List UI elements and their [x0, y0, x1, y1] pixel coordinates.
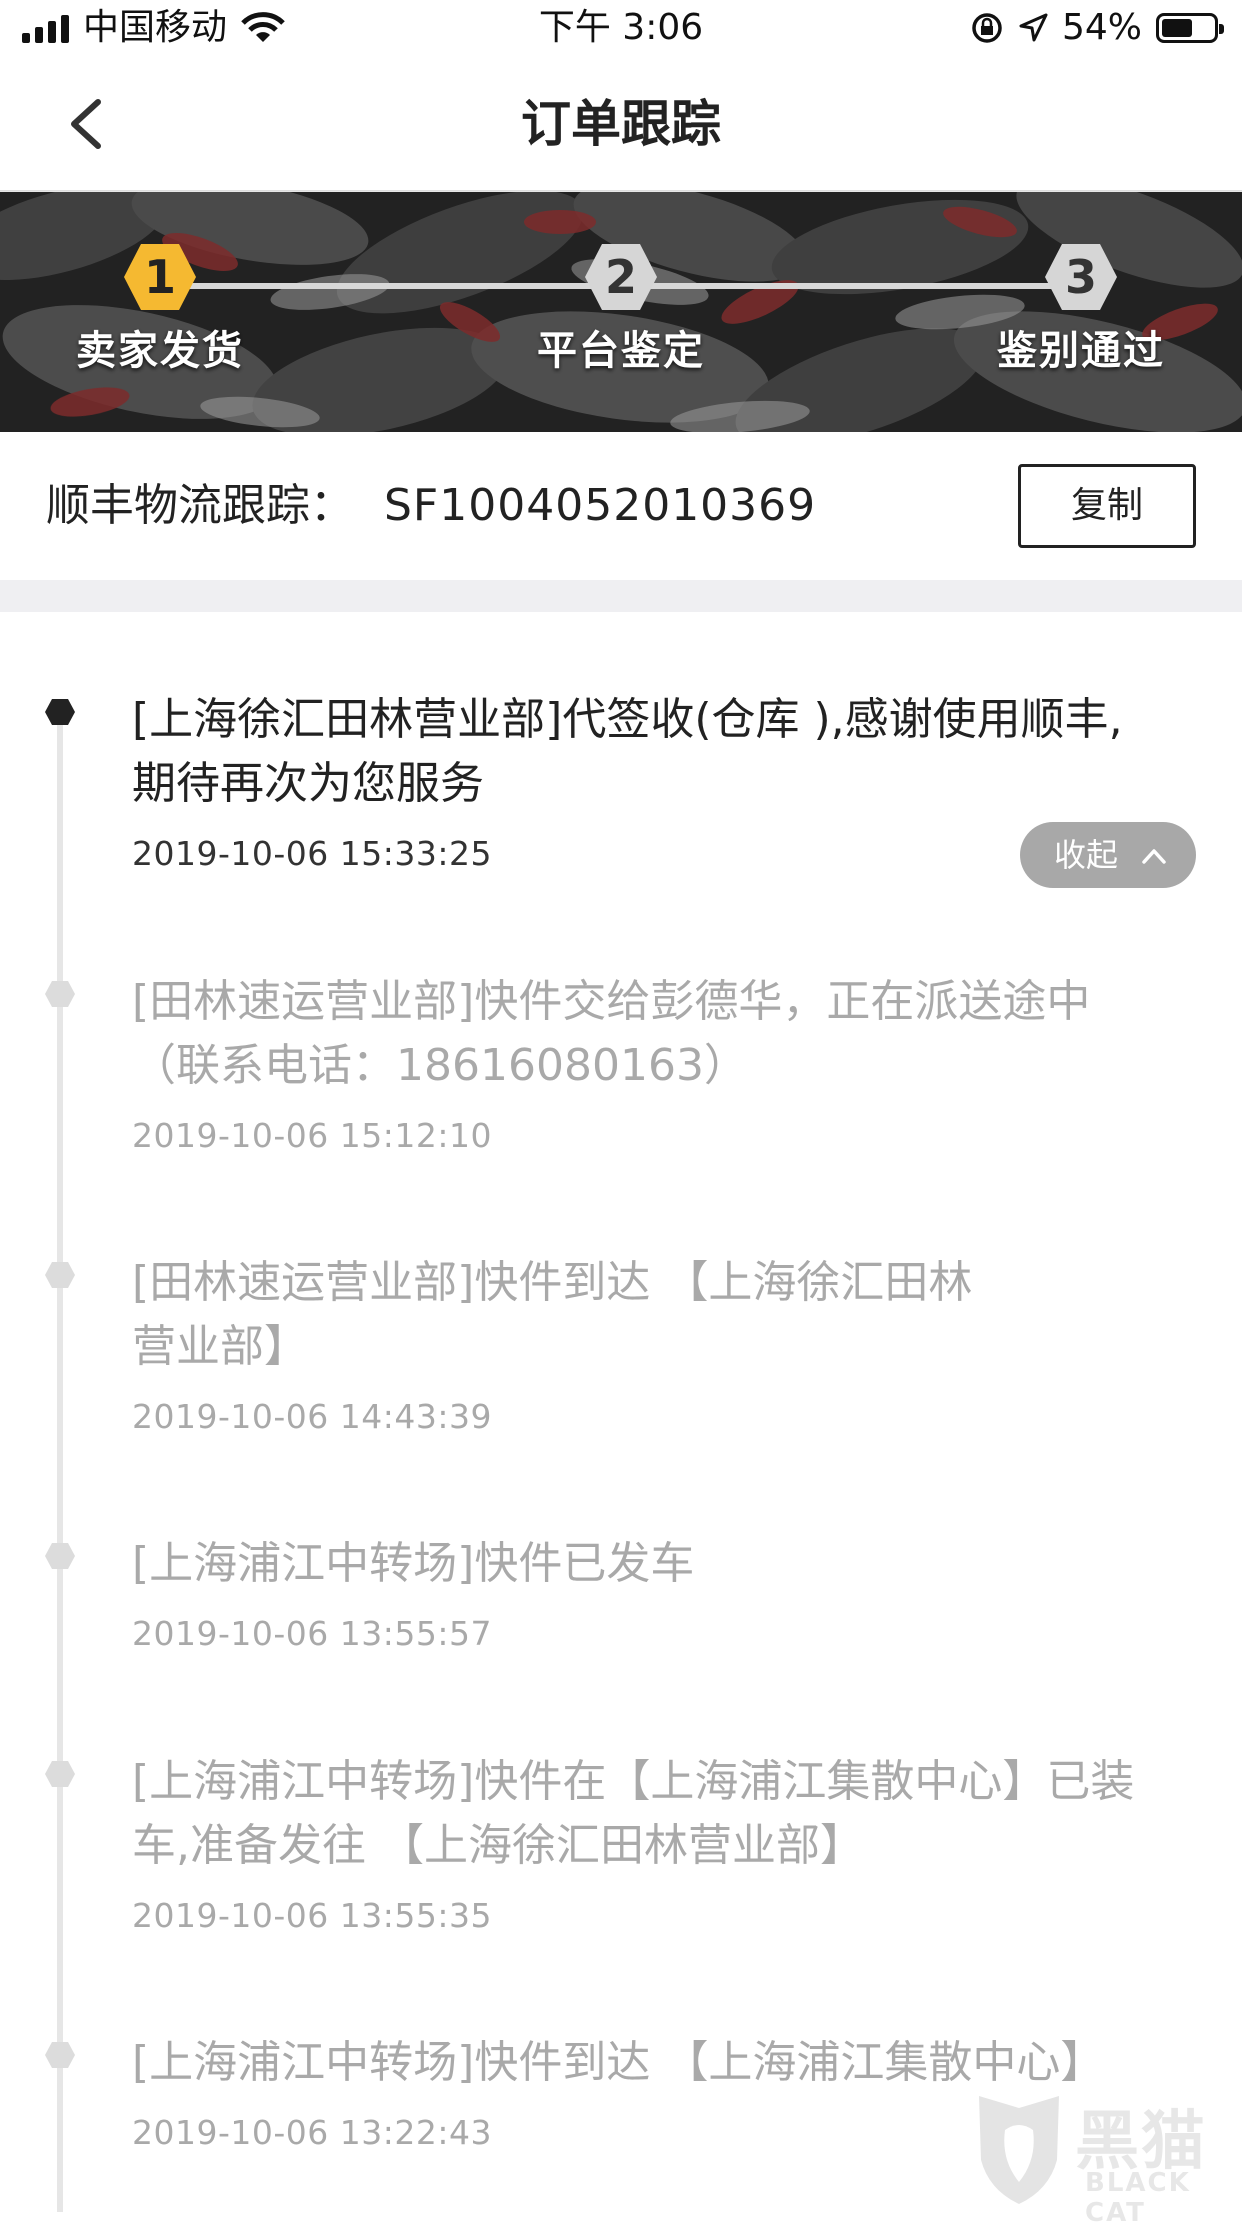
collapse-button[interactable]: 收起	[1020, 822, 1196, 888]
timeline-line	[57, 712, 63, 2212]
tracking-number: SF1004052010369	[384, 480, 817, 531]
event-line-1: [上海浦江中转场]快件在【上海浦江集散中心】已装	[132, 1756, 1135, 1807]
event-line-1: [田林速运营业部]快件到达 【上海徐汇田林	[132, 1257, 973, 1308]
event-time: 2019-10-06 13:22:43	[132, 2113, 492, 2152]
event-line-2: （联系电话：18616080163）	[132, 1040, 748, 1091]
black-cat-watermark: 黑猫 BLACK CAT	[965, 2090, 1235, 2228]
event-description: [上海浦江中转场]快件在【上海浦江集散中心】已装 车,准备发往 【上海徐汇田林营…	[132, 1750, 1202, 1878]
event-time: 2019-10-06 13:55:57	[132, 1614, 492, 1653]
location-icon	[1019, 13, 1048, 42]
step-label: 鉴别通过	[997, 328, 1165, 374]
page-title: 订单跟踪	[521, 95, 721, 153]
event-description: [田林速运营业部]快件交给彭德华，正在派送途中 （联系电话：1861608016…	[132, 970, 1202, 1098]
event-time: 2019-10-06 15:12:10	[132, 1116, 492, 1155]
event-line-2: 营业部】	[132, 1321, 308, 1372]
chevron-up-icon	[1142, 849, 1166, 864]
event-line-1: [上海浦江中转场]快件到达 【上海浦江集散中心】	[132, 2037, 1105, 2088]
status-right: 54%	[970, 6, 1224, 50]
step-label: 卖家发货	[76, 328, 244, 374]
timeline-dot-icon	[45, 1761, 75, 1787]
event-time: 2019-10-06 14:43:39	[132, 1397, 492, 1436]
tracking-timeline: [上海徐汇田林营业部]代签收(仓库 ),感谢使用顺丰, 期待再次为您服务 201…	[0, 612, 1242, 2212]
hexagon-icon: 2	[584, 242, 658, 312]
timeline-dot-icon	[45, 699, 75, 725]
event-time: 2019-10-06 15:33:25	[132, 834, 492, 873]
step-number: 1	[143, 250, 176, 304]
step-number: 3	[1064, 250, 1097, 304]
status-bar: 中国移动 下午 3:06 54%	[0, 0, 1242, 58]
step-3: 3 鉴别通过	[981, 242, 1181, 376]
event-line-1: [上海徐汇田林营业部]代签收(仓库 ),感谢使用顺丰,	[132, 694, 1123, 745]
timeline-dot-icon	[45, 981, 75, 1007]
step-1: 1 卖家发货	[60, 242, 260, 376]
event-description: [上海徐汇田林营业部]代签收(仓库 ),感谢使用顺丰, 期待再次为您服务	[132, 688, 1202, 816]
watermark-subtext: BLACK CAT	[1085, 2168, 1191, 2228]
section-divider	[0, 580, 1242, 612]
event-time: 2019-10-06 13:55:35	[132, 1896, 492, 1935]
battery-percent: 54%	[1061, 7, 1142, 48]
timeline-dot-icon	[45, 2042, 75, 2068]
hexagon-icon: 1	[123, 242, 197, 312]
timeline-dot-icon	[45, 1262, 75, 1288]
tracking-row: 顺丰物流跟踪： SF1004052010369 复制	[0, 432, 1242, 580]
progress-banner: 1 卖家发货 2 平台鉴定 3 鉴别通过	[0, 192, 1242, 432]
event-description: [上海浦江中转场]快件已发车	[132, 1532, 1202, 1596]
copy-button[interactable]: 复制	[1018, 464, 1196, 548]
event-line-1: [上海浦江中转场]快件已发车	[132, 1538, 695, 1589]
nav-bar: 订单跟踪	[0, 58, 1242, 190]
collapse-label: 收起	[1054, 836, 1119, 874]
event-line-2: 期待再次为您服务	[132, 758, 484, 809]
event-description: [上海浦江中转场]快件到达 【上海浦江集散中心】	[132, 2031, 1202, 2095]
event-description: [田林速运营业部]快件到达 【上海徐汇田林 营业部】	[132, 1251, 1202, 1379]
step-number: 2	[604, 250, 637, 304]
timeline-dot-icon	[45, 1543, 75, 1569]
step-2: 2 平台鉴定	[521, 242, 721, 376]
tracking-label: 顺丰物流跟踪：	[46, 480, 354, 531]
cat-shield-icon	[979, 2096, 1059, 2204]
hexagon-icon: 3	[1044, 242, 1118, 312]
rotation-lock-icon	[972, 13, 1002, 43]
battery-icon	[1156, 13, 1224, 43]
event-line-1: [田林速运营业部]快件交给彭德华，正在派送途中	[132, 976, 1091, 1027]
event-line-2: 车,准备发往 【上海徐汇田林营业部】	[132, 1820, 864, 1871]
step-label: 平台鉴定	[537, 328, 705, 374]
